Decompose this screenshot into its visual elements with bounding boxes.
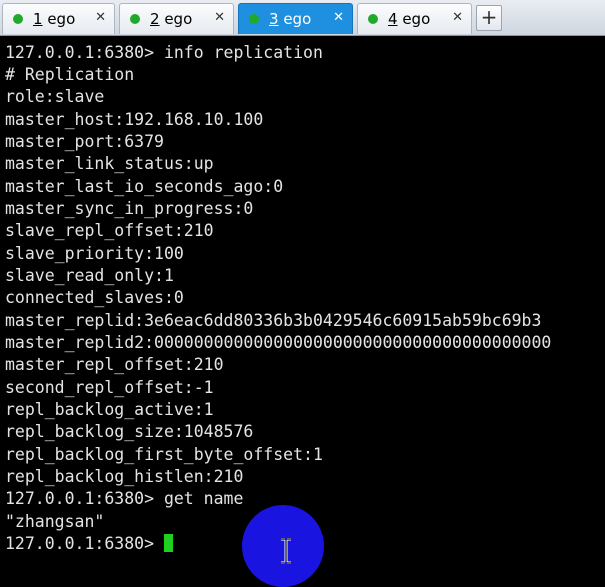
terminal-line: repl_backlog_histlen:210 xyxy=(5,467,244,486)
terminal-line: slave_repl_offset:210 xyxy=(5,221,214,240)
tab-label: 3 ego xyxy=(269,10,312,28)
terminal-output[interactable]: 127.0.0.1:6380> info replication # Repli… xyxy=(0,36,605,570)
terminal-line: master_sync_in_progress:0 xyxy=(5,199,254,218)
terminal-line: master_replid:3e6eac6dd80336b3b0429546c6… xyxy=(5,311,542,330)
text-cursor xyxy=(163,534,173,552)
terminal-line: # Replication xyxy=(5,65,135,84)
new-tab-button[interactable]: + xyxy=(476,5,502,31)
connected-status-icon xyxy=(249,14,259,24)
terminal-line: master_last_io_seconds_ago:0 xyxy=(5,177,284,196)
terminal-line: repl_backlog_active:1 xyxy=(5,400,214,419)
terminal-line: master_host:192.168.10.100 xyxy=(5,110,264,129)
terminal-line: connected_slaves:0 xyxy=(5,288,184,307)
terminal-line: master_replid2:0000000000000000000000000… xyxy=(5,333,552,352)
tab-2-ego[interactable]: 2 ego ✕ xyxy=(119,3,234,34)
close-tab-icon[interactable]: ✕ xyxy=(95,10,106,25)
terminal-line: master_repl_offset:210 xyxy=(5,355,224,374)
terminal-prompt-line[interactable]: 127.0.0.1:6380> xyxy=(5,533,173,555)
terminal-line: repl_backlog_size:1048576 xyxy=(5,422,254,441)
terminal-line: slave_priority:100 xyxy=(5,244,184,263)
tab-4-ego[interactable]: 4 ego ✕ xyxy=(357,3,472,34)
terminal-line: 127.0.0.1:6380> get name xyxy=(5,489,244,508)
connected-status-icon xyxy=(130,14,140,24)
connected-status-icon xyxy=(368,14,378,24)
terminal-prompt: 127.0.0.1:6380> xyxy=(5,534,164,553)
tab-label: 2 ego xyxy=(150,10,193,28)
terminal-line: "zhangsan" xyxy=(5,512,105,531)
close-tab-icon[interactable]: ✕ xyxy=(214,10,225,25)
tab-bar: 1 ego ✕ 2 ego ✕ 3 ego ✕ 4 ego ✕ + xyxy=(0,0,605,36)
close-tab-icon[interactable]: ✕ xyxy=(452,10,463,25)
tab-label: 1 ego xyxy=(33,10,76,28)
terminal-line: role:slave xyxy=(5,87,105,106)
close-tab-icon[interactable]: ✕ xyxy=(333,10,344,25)
tab-label: 4 ego xyxy=(388,10,431,28)
terminal-line: repl_backlog_first_byte_offset:1 xyxy=(5,445,323,464)
terminal-line: 127.0.0.1:6380> info replication xyxy=(5,43,323,62)
terminal-line: slave_read_only:1 xyxy=(5,266,174,285)
ibeam-cursor-icon xyxy=(281,538,291,564)
terminal-line: second_repl_offset:-1 xyxy=(5,378,214,397)
connected-status-icon xyxy=(13,14,23,24)
tab-1-ego[interactable]: 1 ego ✕ xyxy=(2,3,115,34)
terminal-line: master_link_status:up xyxy=(5,154,214,173)
tab-3-ego[interactable]: 3 ego ✕ xyxy=(238,3,353,34)
terminal-line: master_port:6379 xyxy=(5,132,164,151)
